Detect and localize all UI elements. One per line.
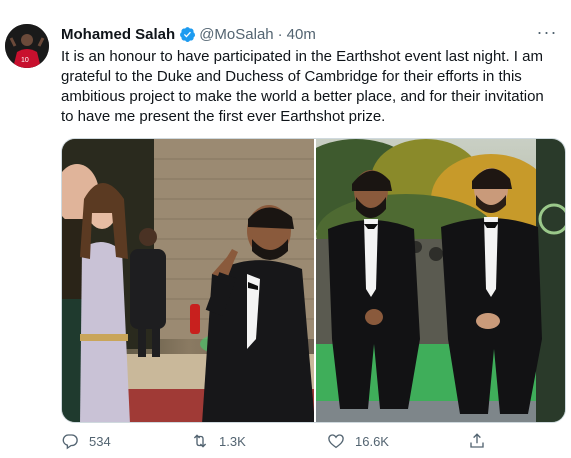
like-button[interactable]: 16.6K (327, 432, 389, 450)
share-icon (470, 433, 484, 448)
timestamp[interactable]: 40m (287, 26, 316, 43)
reply-button[interactable]: 534 (61, 432, 111, 450)
tweet-text-line: grateful to the Duke and Duchess of Camb… (61, 68, 522, 85)
photo-green-carpet-image (316, 139, 565, 422)
media-grid (61, 138, 566, 423)
retweet-count: 1.3K (219, 433, 246, 449)
action-bar: 534 1.3K 16.6K (61, 432, 566, 456)
photo-conversation[interactable] (62, 139, 314, 422)
tweet-text: It is an honour to have participated in … (61, 47, 561, 127)
retweet-button[interactable]: 1.3K (191, 432, 246, 450)
tweet-text-line: It is an honour to have participated in … (61, 48, 543, 65)
heart-icon (328, 434, 344, 449)
separator-dot: · (277, 25, 283, 43)
reply-icon (62, 434, 78, 450)
reply-count: 534 (89, 433, 111, 449)
like-count: 16.6K (355, 433, 389, 449)
photo-conversation-image (62, 139, 314, 422)
author-name[interactable]: Mohamed Salah (61, 26, 175, 43)
retweet-icon (193, 434, 207, 448)
tweet-header: Mohamed Salah @MoSalah · 40m (61, 24, 316, 44)
tweet-text-line: to have me present the first ever Earths… (61, 108, 386, 125)
avatar[interactable]: 10 (5, 24, 49, 68)
tweet[interactable]: 10 Mohamed Salah @MoSalah · 40m ··· It i… (0, 0, 571, 458)
share-button[interactable] (468, 432, 496, 450)
author-handle[interactable]: @MoSalah (199, 26, 273, 43)
verified-badge-icon (180, 26, 196, 42)
svg-text:10: 10 (21, 57, 29, 64)
more-options-icon[interactable]: ··· (535, 22, 559, 46)
tweet-text-line: ambitious project to make the world a be… (61, 88, 544, 105)
avatar-image: 10 (5, 24, 49, 68)
photo-green-carpet[interactable] (316, 139, 565, 422)
